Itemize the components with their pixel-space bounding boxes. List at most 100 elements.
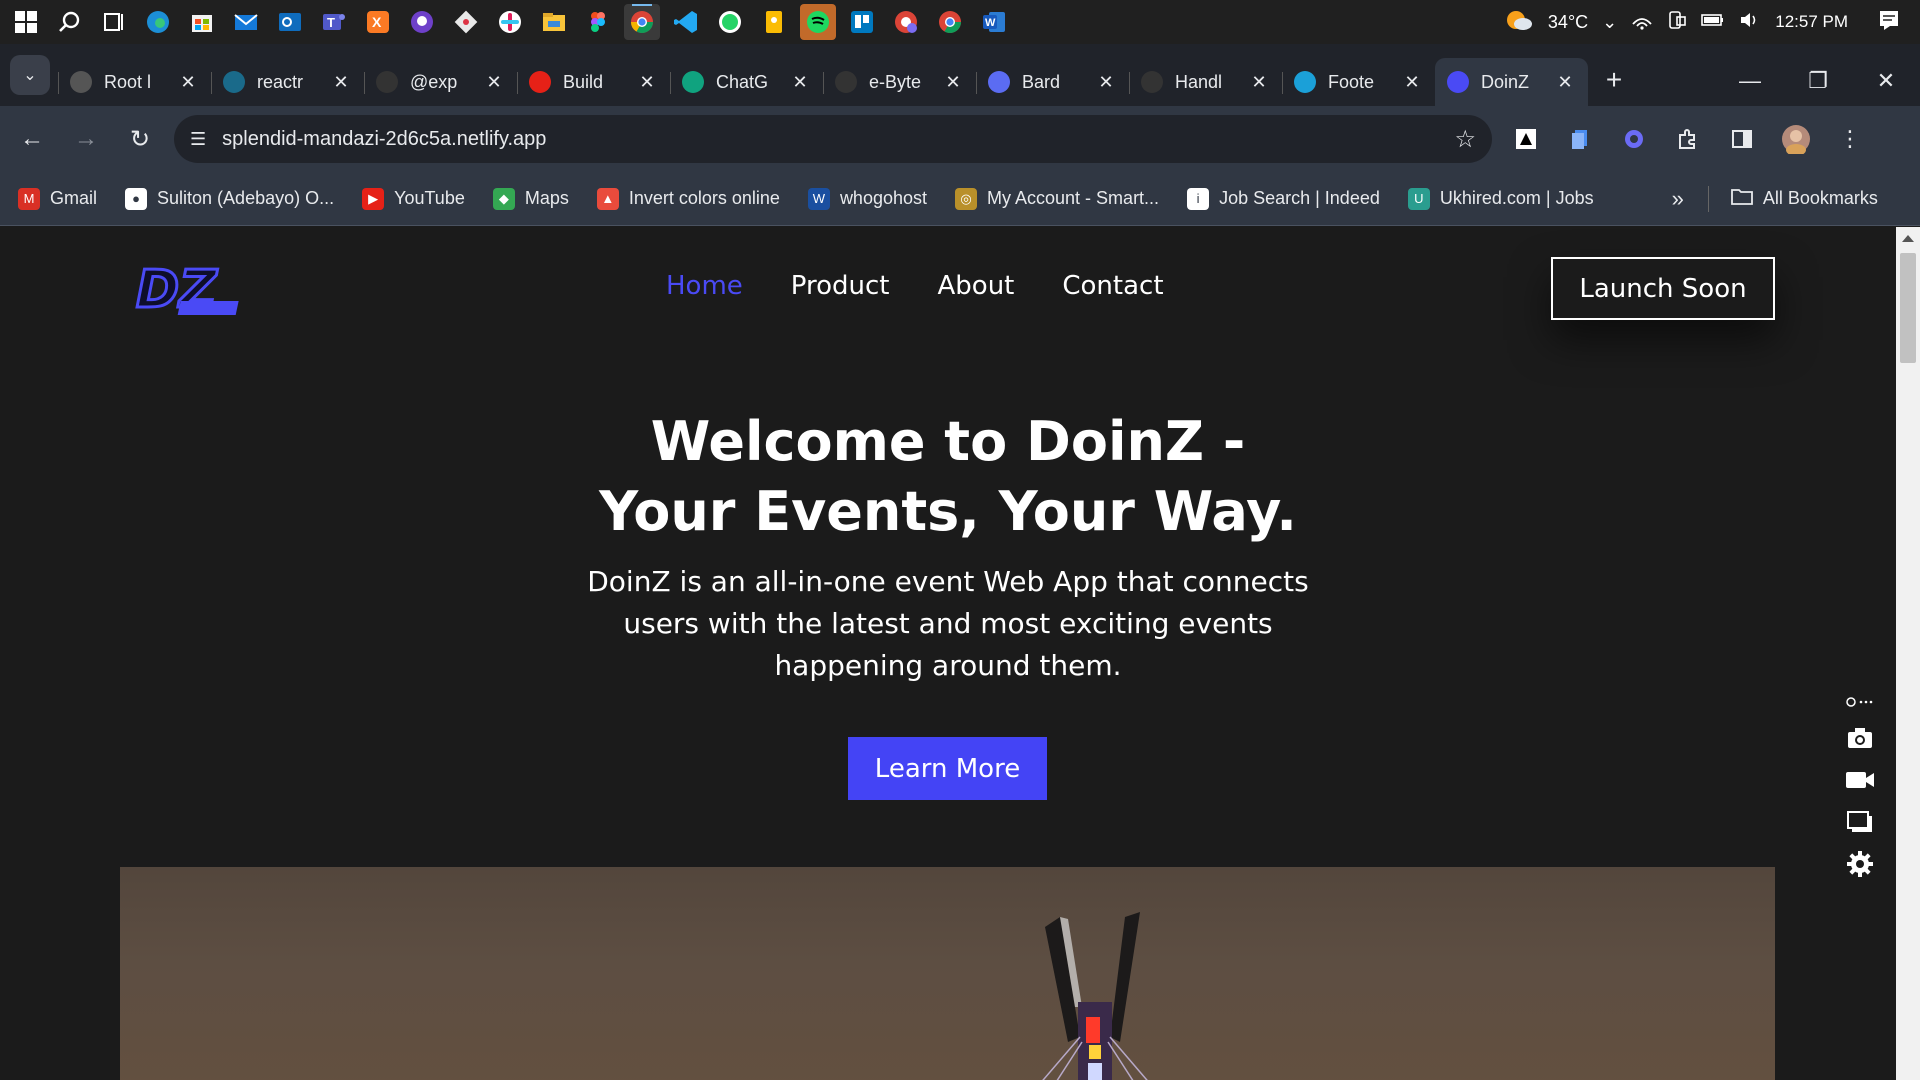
restore-icon[interactable]: ❐ [1784,68,1852,94]
browser-tab[interactable]: ChatG ✕ [670,58,823,106]
tab-favicon-icon [1294,71,1316,93]
close-tab-icon[interactable]: ✕ [636,72,658,93]
launch-soon-button[interactable]: Launch Soon [1551,257,1775,320]
site-info-icon[interactable]: ☰ [190,129,206,150]
bookmark-item[interactable]: ● Suliton (Adebayo) O... [125,187,334,210]
extension-gear-icon[interactable] [1614,119,1654,159]
wifi-icon[interactable] [1631,10,1653,35]
file-explorer-icon[interactable] [536,4,572,40]
profile-avatar[interactable] [1776,119,1816,159]
browser-tab[interactable]: Root l ✕ [58,58,211,106]
close-window-icon[interactable]: ✕ [1852,68,1920,94]
bookmark-item[interactable]: ◎ My Account - Smart... [955,187,1159,210]
more-menu-icon[interactable]: ⋮ [1830,119,1870,159]
close-tab-icon[interactable]: ✕ [1095,72,1117,93]
bookmark-star-icon[interactable]: ☆ [1454,125,1476,154]
browser-tab[interactable]: Bard ✕ [976,58,1129,106]
nav-home[interactable]: Home [666,271,743,301]
close-tab-icon[interactable]: ✕ [1248,72,1270,93]
video-camera-icon[interactable] [1845,767,1875,793]
trello-icon[interactable] [844,4,880,40]
browser-tab[interactable]: Foote ✕ [1282,58,1435,106]
extensions-puzzle-icon[interactable] [1668,119,1708,159]
extension-dark-icon[interactable] [1506,119,1546,159]
capture-toolbar [1845,695,1875,877]
task-view-icon[interactable] [96,4,132,40]
browser-tab[interactable]: Build ✕ [517,58,670,106]
store-icon[interactable] [184,4,220,40]
chrome-profile-2-icon[interactable] [932,4,968,40]
learn-more-button[interactable]: Learn More [848,737,1047,800]
address-bar[interactable]: ☰ splendid-mandazi-2d6c5a.netlify.app ☆ [174,115,1492,163]
browser-tab[interactable]: Handl ✕ [1129,58,1282,106]
bookmark-item[interactable]: U Ukhired.com | Jobs [1407,187,1594,210]
volume-icon[interactable] [1739,10,1761,35]
close-tab-icon[interactable]: ✕ [177,72,199,93]
bookmark-item[interactable]: i Job Search | Indeed [1187,187,1380,210]
scroll-thumb[interactable] [1900,253,1916,363]
bookmark-item[interactable]: ◆ Maps [492,187,569,210]
weather-temp[interactable]: 34°C [1548,12,1588,33]
phone-link-icon[interactable] [1667,10,1687,35]
vscode-icon[interactable] [668,4,704,40]
page-scrollbar[interactable] [1896,227,1920,1080]
search-icon[interactable] [52,4,88,40]
nav-about[interactable]: About [938,271,1015,301]
side-panel-icon[interactable] [1722,119,1762,159]
browser-tab[interactable]: DoinZ ✕ [1435,58,1588,106]
edge-icon[interactable] [140,4,176,40]
browser-tab[interactable]: e-Byte ✕ [823,58,976,106]
close-tab-icon[interactable]: ✕ [330,72,352,93]
github-desktop-icon[interactable] [404,4,440,40]
whatsapp-icon[interactable] [712,4,748,40]
keep-icon[interactable] [756,4,792,40]
bookmark-item[interactable]: ▶ YouTube [362,187,465,210]
notification-icon[interactable] [1878,9,1900,36]
close-tab-icon[interactable]: ✕ [483,72,505,93]
close-tab-icon[interactable]: ✕ [1401,72,1423,93]
close-tab-icon[interactable]: ✕ [789,72,811,93]
mail-icon[interactable] [228,4,264,40]
nav-product[interactable]: Product [791,271,890,301]
scroll-up-arrow-icon[interactable] [1902,235,1914,242]
clock[interactable]: 12:57 PM [1775,12,1848,32]
chrome-profile-icon[interactable] [888,4,924,40]
bookmark-item[interactable]: M Gmail [18,187,97,210]
windows-start-icon[interactable] [8,4,44,40]
settings-gear-icon[interactable] [1845,851,1875,877]
chevron-up-icon[interactable]: ⌄ [1602,12,1617,33]
link-more-icon[interactable] [1845,695,1875,709]
site-logo[interactable]: DZ DZ [130,257,254,322]
tab-search-button[interactable]: ⌄ [10,55,50,95]
nav-contact[interactable]: Contact [1062,271,1163,301]
windows-capture-icon[interactable] [1845,809,1875,835]
outlook-icon[interactable] [272,4,308,40]
bookmark-item[interactable]: Wwhogohost [807,187,927,210]
spotify-icon[interactable] [800,4,836,40]
back-button[interactable]: ← [10,117,54,161]
extension-copy-icon[interactable] [1560,119,1600,159]
word-icon[interactable]: W [976,4,1012,40]
chrome-icon[interactable] [624,4,660,40]
site-nav: Home Product About Contact [666,271,1164,301]
figma-icon[interactable] [580,4,616,40]
close-tab-icon[interactable]: ✕ [942,72,964,93]
camera-icon[interactable] [1845,725,1875,751]
forward-button[interactable]: → [64,117,108,161]
new-tab-button[interactable]: + [1594,64,1634,96]
all-bookmarks-button[interactable]: All Bookmarks [1730,187,1878,210]
git-icon[interactable] [448,4,484,40]
xampp-icon[interactable]: X [360,4,396,40]
url-text[interactable]: splendid-mandazi-2d6c5a.netlify.app [222,128,1454,151]
battery-icon[interactable] [1701,12,1725,33]
bookmarks-overflow-icon[interactable]: » [1672,186,1684,212]
browser-tab[interactable]: reactr ✕ [211,58,364,106]
minimize-icon[interactable]: — [1716,68,1784,94]
teams-icon[interactable]: T [316,4,352,40]
slack-icon[interactable] [492,4,528,40]
weather-icon[interactable] [1504,7,1534,38]
reload-button[interactable]: ↻ [118,117,162,161]
close-tab-icon[interactable]: ✕ [1554,72,1576,93]
bookmark-item[interactable]: ▲ Invert colors online [596,187,780,210]
browser-tab[interactable]: @exp ✕ [364,58,517,106]
